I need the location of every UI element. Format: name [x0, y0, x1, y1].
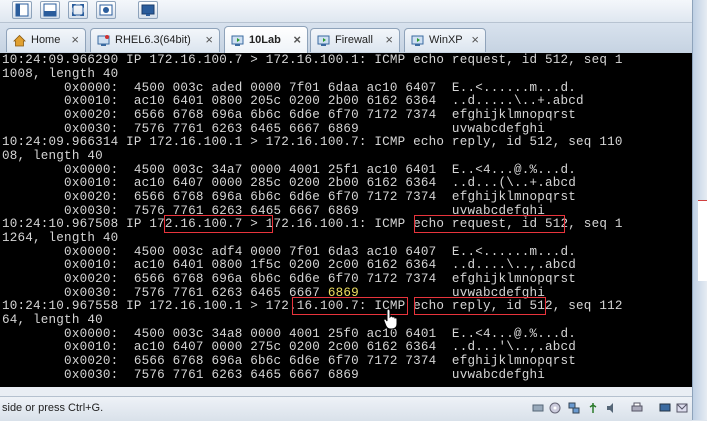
- terminal-line: 0x0020: 6566 6768 696a 6b6c 6d6e 6f70 71…: [2, 190, 577, 204]
- terminal-line: 0x0030: 7576 7761 6263 6465 6667 6869 uv…: [2, 368, 546, 382]
- close-icon[interactable]: ×: [293, 32, 301, 47]
- terminal-line: 0x0010: ac10 6401 0800 205c 0200 2b00 61…: [2, 94, 584, 108]
- vm-icon: [231, 35, 244, 46]
- terminal-line: 0x0000: 4500 003c aded 0000 7f01 6daa ac…: [2, 81, 577, 95]
- close-icon[interactable]: ×: [205, 32, 213, 47]
- vm-icon: [97, 35, 110, 46]
- usb-icon[interactable]: [587, 402, 599, 414]
- tab-winxp[interactable]: WinXP ×: [404, 28, 486, 52]
- terminal-line: 0x0030: 7576 7761 6263 6465 6667 6869 uv…: [2, 122, 546, 136]
- tab-label: Home: [31, 34, 61, 46]
- terminal-line: 0x0020: 6566 6768 696a 6b6c 6d6e 6f70 71…: [2, 354, 577, 368]
- terminal-line: 0x0000: 4500 003c 34a8 0000 4001 25f0 ac…: [2, 327, 577, 341]
- printer-icon[interactable]: [631, 402, 643, 414]
- tab-firewall[interactable]: Firewall ×: [310, 28, 400, 52]
- terminal-line: 10:24:09.966290 IP 172.16.100.7 > 172.16…: [2, 53, 623, 67]
- terminal-line: 0x0010: ac10 6407 0000 285c 0200 2b00 61…: [2, 176, 577, 190]
- terminal-line: 10:24:09.966314 IP 172.16.100.1 > 172.16…: [2, 135, 623, 149]
- close-icon[interactable]: ×: [71, 32, 79, 47]
- window-edge: [692, 0, 707, 420]
- tab-label: WinXP: [429, 34, 463, 46]
- terminal-line: 1008, length 40: [2, 67, 119, 81]
- terminal-line: 0x0000: 4500 003c adf4 0000 7f01 6da3 ac…: [2, 245, 577, 259]
- console-bottom-margin: [0, 387, 692, 396]
- status-bar: side or press Ctrl+G.: [0, 396, 692, 421]
- hand-cursor-icon: [383, 308, 398, 330]
- terminal-line: 0x0020: 6566 6768 696a 6b6c 6d6e 6f70 71…: [2, 272, 577, 286]
- highlight-source-ip: [164, 215, 273, 233]
- terminal-line: 1264, length 40: [2, 231, 119, 245]
- tab-rhel[interactable]: RHEL6.3(64bit) ×: [90, 28, 220, 52]
- tab-label: RHEL6.3(64bit): [115, 34, 191, 46]
- window-icon[interactable]: [40, 1, 60, 19]
- close-icon[interactable]: ×: [471, 32, 479, 47]
- disk-icon[interactable]: [532, 402, 544, 414]
- terminal-line: 0x0010: ac10 6407 0000 275c 0200 2c00 61…: [2, 340, 577, 354]
- tab-label: 10Lab: [249, 34, 281, 46]
- terminal-line: 0x0010: ac10 6401 0800 1f5c 0200 2c00 61…: [2, 258, 577, 272]
- network-icon[interactable]: [568, 402, 580, 414]
- terminal-console[interactable]: 10:24:09.966290 IP 172.16.100.7 > 172.16…: [0, 53, 692, 387]
- tab-strip: Home × RHEL6.3(64bit) × 10Lab × Firewall…: [0, 23, 692, 53]
- vm-toolbar: [0, 0, 692, 23]
- fit-guest-icon[interactable]: [68, 1, 88, 19]
- display-icon[interactable]: [659, 402, 671, 414]
- terminal-line: 0x0020: 6566 6768 696a 6b6c 6d6e 6f70 71…: [2, 108, 577, 122]
- vm-icon: [317, 35, 330, 46]
- close-icon[interactable]: ×: [385, 32, 393, 47]
- highlight-echo-reply: [414, 297, 546, 315]
- tab-label: Firewall: [335, 34, 373, 46]
- sound-icon[interactable]: [606, 402, 618, 414]
- terminal-line: 08, length 40: [2, 149, 103, 163]
- terminal-line: 64, length 40: [2, 313, 103, 327]
- tab-home[interactable]: Home ×: [6, 28, 86, 52]
- terminal-line: 0x0000: 4500 003c 34a7 0000 4001 25f1 ac…: [2, 163, 577, 177]
- home-icon: [13, 34, 26, 47]
- cdrom-icon[interactable]: [549, 402, 561, 414]
- snapshot-icon[interactable]: [96, 1, 116, 19]
- tab-10lab[interactable]: 10Lab ×: [224, 26, 308, 53]
- fullscreen-icon[interactable]: [12, 1, 32, 19]
- console-view-icon[interactable]: [138, 1, 158, 19]
- message-icon[interactable]: [676, 402, 688, 414]
- highlight-echo-request: [414, 215, 565, 233]
- vm-icon: [411, 35, 424, 46]
- status-hint: side or press Ctrl+G.: [2, 402, 104, 414]
